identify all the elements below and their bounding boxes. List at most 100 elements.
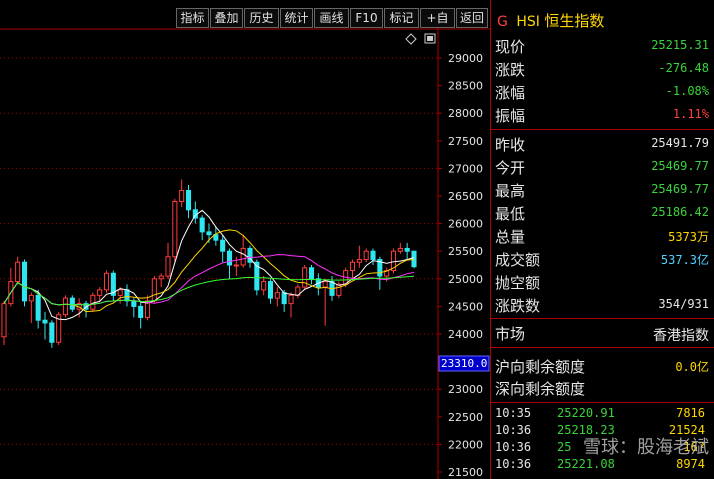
candle-body — [267, 281, 274, 299]
current-price-label: 23310.0 — [441, 357, 487, 370]
square-toggle-inner — [427, 36, 433, 41]
candle-body — [117, 289, 123, 296]
toolbar-button-4[interactable]: 画线 — [314, 8, 349, 28]
quote-value: 537.3亿 — [660, 253, 709, 267]
tick-time: 10:35 — [495, 406, 532, 420]
toolbar-button-6[interactable]: 标记 — [384, 8, 419, 28]
tick-row: 10:36 25221.08 8974 — [495, 457, 711, 477]
candle-body — [404, 247, 410, 252]
toolbar-button-2[interactable]: 历史 — [244, 8, 279, 28]
quote-row: 涨跌 -276.48 — [495, 59, 711, 81]
quote-label: 最高 — [495, 182, 526, 200]
quote-value: 354/931 — [658, 297, 709, 311]
quote-label: 涨跌 — [495, 61, 526, 79]
candle-body — [138, 305, 144, 318]
candle-body — [69, 297, 75, 310]
quote-row: 成交额 537.3亿 — [495, 249, 711, 271]
quote-value: 1.11% — [672, 107, 709, 121]
candle-body — [288, 294, 294, 305]
candle-body — [97, 289, 103, 296]
tick-time: 10:36 — [495, 440, 532, 454]
y-tick-label: 23000 — [448, 383, 483, 396]
quote-label: 涨幅 — [495, 84, 526, 102]
tick-volume: 7816 — [676, 406, 705, 420]
toolbar-button-7[interactable]: +自选 — [420, 8, 455, 43]
quote-value: -276.48 — [658, 61, 709, 75]
index-code: HSI — [516, 14, 540, 30]
quote-value: -1.08% — [665, 84, 709, 98]
candle-body — [1, 303, 7, 338]
quote-row: 昨收 25491.79 — [495, 134, 711, 156]
candle-body — [103, 272, 110, 291]
divider — [491, 347, 714, 348]
candle-body — [151, 278, 157, 302]
y-tick-label: 22000 — [448, 438, 483, 451]
tick-price: 25 — [557, 440, 572, 454]
quote-row: 最低 25186.42 — [495, 203, 711, 225]
candle-body — [42, 319, 48, 324]
toolbar-button-0[interactable]: 指标 — [176, 8, 209, 28]
candle-body — [62, 297, 69, 316]
quota-row: 深向剩余额度 — [495, 378, 711, 400]
quote-value: 25469.77 — [651, 159, 709, 173]
candle-body — [179, 189, 185, 203]
quote-label: 今开 — [495, 159, 526, 177]
candle-body — [261, 281, 267, 291]
divider — [491, 318, 714, 319]
tick-time: 10:36 — [495, 457, 532, 471]
candle-body — [281, 292, 287, 305]
candle-body — [322, 281, 328, 288]
quote-panel: G HSI 恒生指数 现价 25215.31 涨跌 -276.48 涨幅 -1.08% 振幅… — [490, 0, 714, 479]
candle-body — [302, 267, 308, 288]
candle-body — [349, 261, 356, 272]
quote-value: 25186.42 — [651, 205, 709, 219]
y-tick-label: 29000 — [448, 52, 483, 65]
tick-time: 10:36 — [495, 423, 532, 437]
tick-price: 25221.08 — [557, 457, 615, 471]
y-tick-label: 28000 — [448, 107, 483, 120]
candle-body — [397, 247, 403, 252]
toolbar-button-1[interactable]: 叠加 — [210, 8, 243, 28]
candle-body — [185, 189, 192, 211]
candle-body — [308, 267, 315, 280]
quote-row: 抛空额 — [495, 272, 711, 294]
quote-label: 振幅 — [495, 107, 526, 125]
divider — [491, 129, 714, 130]
divider — [491, 402, 714, 403]
quota-row: 沪向剩余额度 0.0亿 — [495, 356, 711, 378]
toolbar-button-3[interactable]: 统计 — [280, 8, 313, 28]
kline-chart[interactable]: 29000 28500 28000 27500 27000 26500 26000 25500… — [0, 28, 490, 479]
candle-body — [206, 231, 212, 236]
candle-body — [411, 250, 417, 268]
quota-label: 深向剩余额度 — [495, 380, 586, 398]
quote-row: 最高 25469.77 — [495, 180, 711, 202]
candle-body — [356, 258, 362, 263]
candle-body — [165, 256, 171, 277]
quote-label: 总量 — [495, 228, 526, 246]
tick-price: 25220.91 — [557, 406, 615, 420]
market-value: 香港指数 — [653, 328, 709, 344]
candle-body — [49, 322, 55, 343]
y-tick-label: 22500 — [448, 411, 483, 424]
quote-row: 涨幅 -1.08% — [495, 82, 711, 104]
toolbar-button-5[interactable]: F10 — [350, 8, 383, 28]
toolbar-button-8[interactable]: 返回 — [456, 8, 488, 28]
quote-label: 抛空额 — [495, 274, 541, 292]
y-tick-label: 26500 — [448, 190, 483, 203]
candle-body — [15, 261, 21, 283]
y-tick-label: 25000 — [448, 273, 483, 286]
candle-body — [274, 292, 280, 299]
quote-row: 现价 25215.31 — [495, 36, 711, 58]
quote-title: G HSI 恒生指数 — [497, 10, 604, 31]
quote-value: 25469.77 — [651, 182, 709, 196]
quote-label: 最低 — [495, 205, 526, 223]
market-row: 市场 香港指数 — [495, 323, 711, 345]
candle-body — [226, 250, 233, 266]
quota-value: 0.0亿 — [675, 360, 709, 374]
quote-label: 昨收 — [495, 136, 526, 154]
quota-label: 沪向剩余额度 — [495, 358, 586, 376]
y-tick-label: 28500 — [448, 80, 483, 93]
y-tick-label: 27500 — [448, 135, 483, 148]
candle-body — [158, 275, 164, 280]
toolbar: 指标叠加历史统计画线F10标记+自选返回 — [0, 0, 490, 43]
